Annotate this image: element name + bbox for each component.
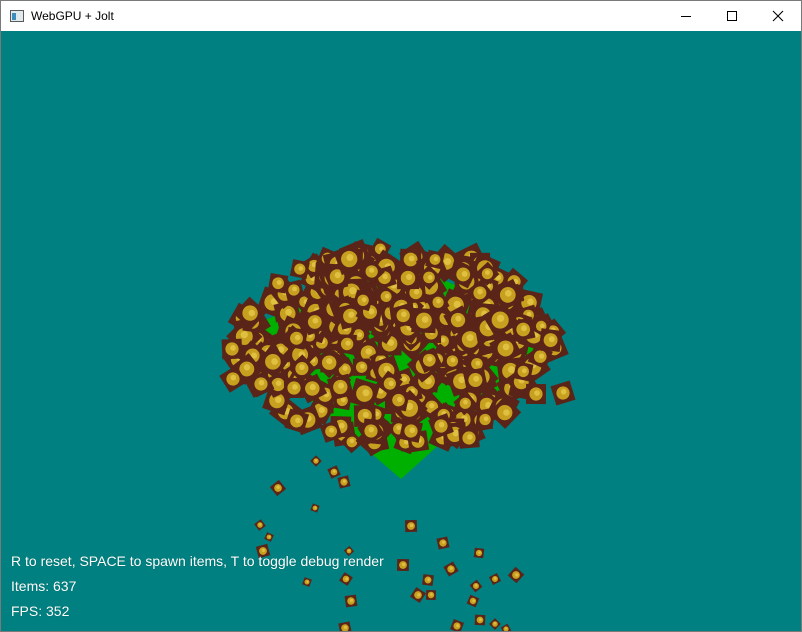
hud-items-count: Items: 637 — [11, 578, 77, 594]
minimize-button[interactable] — [663, 1, 709, 31]
crate — [422, 574, 434, 586]
app-icon — [10, 10, 24, 22]
crate — [344, 594, 358, 608]
crate — [338, 621, 352, 631]
crate — [267, 272, 289, 294]
crate — [404, 519, 418, 533]
scene-canvas[interactable] — [1, 31, 801, 631]
close-icon — [772, 10, 784, 22]
render-viewport[interactable]: R to reset, SPACE to spawn items, T to t… — [1, 31, 801, 631]
crate — [269, 479, 287, 497]
crate — [221, 338, 243, 360]
crate — [466, 594, 480, 608]
crate — [525, 383, 547, 405]
crate — [397, 559, 409, 571]
crate — [254, 519, 266, 531]
crate — [399, 419, 423, 443]
crate — [469, 579, 483, 593]
crate — [513, 361, 534, 382]
close-button[interactable] — [755, 1, 801, 31]
minimize-icon — [681, 16, 691, 17]
crate — [507, 566, 525, 584]
crate — [538, 328, 563, 353]
crate — [473, 547, 485, 559]
crate — [489, 618, 501, 630]
title-bar[interactable]: WebGPU + Jolt — [1, 1, 801, 31]
window-controls — [663, 1, 801, 31]
crate — [327, 465, 341, 479]
crate — [462, 367, 488, 393]
crate — [337, 334, 357, 354]
crate — [488, 572, 502, 586]
window-title: WebGPU + Jolt — [31, 9, 114, 23]
crate — [500, 623, 512, 631]
maximize-button[interactable] — [709, 1, 755, 31]
crate — [289, 259, 310, 280]
crate — [450, 619, 464, 631]
crate — [436, 536, 450, 550]
crate — [352, 358, 371, 376]
crate — [285, 326, 308, 350]
crate — [458, 427, 480, 449]
hud-instructions: R to reset, SPACE to spawn items, T to t… — [11, 553, 384, 569]
crate — [410, 587, 426, 603]
crate — [474, 614, 486, 626]
maximize-icon — [727, 11, 737, 21]
crate — [283, 377, 305, 399]
crate — [310, 503, 320, 513]
crate — [443, 561, 459, 577]
crate — [396, 267, 420, 290]
crate — [337, 475, 351, 489]
crate — [339, 572, 353, 586]
crate — [302, 577, 312, 587]
app-window: WebGPU + Jolt R to reset, SPACE to spawn… — [0, 0, 802, 632]
crate — [264, 532, 274, 542]
box-pile — [219, 237, 576, 631]
crate — [310, 455, 322, 467]
crate — [411, 307, 437, 334]
hud-fps: FPS: 352 — [11, 603, 70, 619]
crate — [550, 380, 576, 406]
crate — [425, 589, 437, 601]
